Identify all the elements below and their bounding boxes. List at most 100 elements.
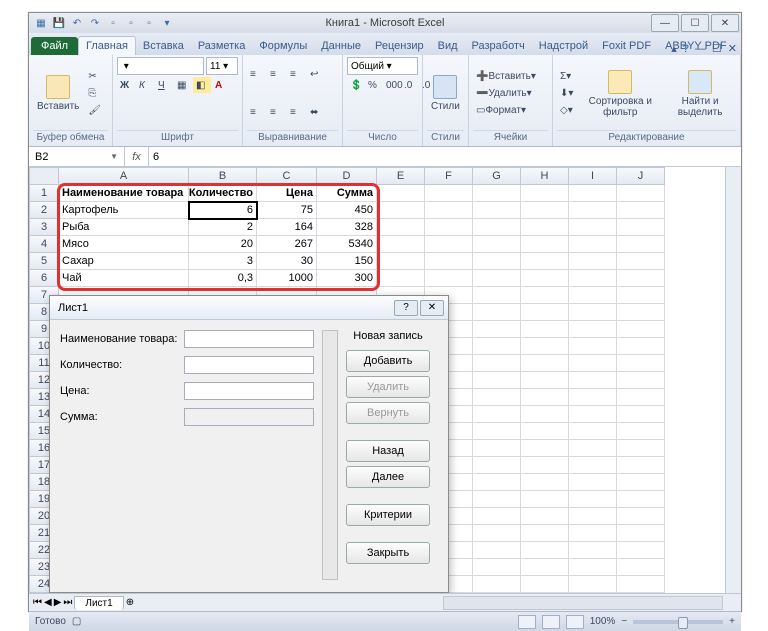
cell-I11[interactable] [569, 355, 617, 372]
cell-G18[interactable] [473, 474, 521, 491]
cell-I14[interactable] [569, 406, 617, 423]
macro-record-icon[interactable]: ▢ [72, 616, 81, 627]
currency-icon[interactable]: 💲 [347, 77, 365, 93]
name-box[interactable]: B2 ▼ [29, 147, 125, 166]
underline-button[interactable]: Ч [155, 77, 173, 93]
cell-A2[interactable]: Картофель [59, 202, 189, 219]
cell-G8[interactable] [473, 304, 521, 321]
view-normal-icon[interactable] [518, 615, 536, 629]
cell-F1[interactable] [425, 185, 473, 202]
cell-H13[interactable] [521, 389, 569, 406]
cell-E6[interactable] [377, 270, 425, 287]
font-name-combo[interactable]: ▾ [117, 57, 204, 75]
form-close-button[interactable]: Закрыть [346, 542, 430, 564]
cell-A1[interactable]: Наименование товара [59, 185, 189, 202]
fill-icon[interactable]: ⬇▾ [557, 86, 576, 102]
cell-H3[interactable] [521, 219, 569, 236]
cell-H24[interactable] [521, 576, 569, 593]
cell-J20[interactable] [617, 508, 665, 525]
format-painter-icon[interactable]: 🖌 [85, 103, 104, 119]
cell-D1[interactable]: Сумма [317, 185, 377, 202]
minimize-button[interactable]: — [651, 14, 679, 32]
cell-J12[interactable] [617, 372, 665, 389]
cell-F5[interactable] [425, 253, 473, 270]
sheet-nav-last-icon[interactable]: ⏭ [63, 597, 72, 608]
cell-F6[interactable] [425, 270, 473, 287]
inc-decimal-icon[interactable]: .0 [401, 77, 419, 93]
cell-G1[interactable] [473, 185, 521, 202]
cell-G4[interactable] [473, 236, 521, 253]
cell-B5[interactable]: 3 [189, 253, 257, 270]
cell-A6[interactable]: Чай [59, 270, 189, 287]
cell-F2[interactable] [425, 202, 473, 219]
cell-G7[interactable] [473, 287, 521, 304]
cell-G2[interactable] [473, 202, 521, 219]
cell-J19[interactable] [617, 491, 665, 508]
cell-D6[interactable]: 300 [317, 270, 377, 287]
cell-G23[interactable] [473, 559, 521, 576]
cell-E1[interactable] [377, 185, 425, 202]
cell-H21[interactable] [521, 525, 569, 542]
font-color-button[interactable]: А [212, 77, 230, 93]
cell-J7[interactable] [617, 287, 665, 304]
redo-icon[interactable]: ↷ [87, 15, 103, 31]
sheet-nav-prev-icon[interactable]: ◀ [44, 597, 52, 608]
cell-E4[interactable] [377, 236, 425, 253]
cell-H15[interactable] [521, 423, 569, 440]
cell-J16[interactable] [617, 440, 665, 457]
horizontal-scrollbar[interactable] [443, 596, 723, 610]
cell-C5[interactable]: 30 [257, 253, 317, 270]
ribbon-minimize-icon[interactable]: ▴ [671, 42, 677, 55]
autosum-icon[interactable]: Σ▾ [557, 69, 576, 85]
cell-H11[interactable] [521, 355, 569, 372]
row-header-2[interactable]: 2 [29, 202, 59, 219]
col-header-A[interactable]: A [59, 167, 189, 185]
tab-review[interactable]: Рецензир [368, 37, 431, 55]
cell-H4[interactable] [521, 236, 569, 253]
cell-J23[interactable] [617, 559, 665, 576]
cell-E3[interactable] [377, 219, 425, 236]
qat-btn[interactable]: ▫ [141, 15, 157, 31]
tab-file[interactable]: Файл [31, 37, 78, 55]
cell-H16[interactable] [521, 440, 569, 457]
cell-I5[interactable] [569, 253, 617, 270]
cell-I1[interactable] [569, 185, 617, 202]
format-cells-button[interactable]: ▭ Формат▾ [473, 103, 548, 119]
col-header-B[interactable]: B [189, 167, 257, 185]
cell-D5[interactable]: 150 [317, 253, 377, 270]
align-mid-icon[interactable]: ≡ [267, 67, 285, 83]
row-header-4[interactable]: 4 [29, 236, 59, 253]
cell-B4[interactable]: 20 [189, 236, 257, 253]
row-header-3[interactable]: 3 [29, 219, 59, 236]
col-header-G[interactable]: G [473, 167, 521, 185]
comma-icon[interactable]: 000 [383, 77, 401, 93]
tab-layout[interactable]: Разметка [191, 37, 253, 55]
cell-J3[interactable] [617, 219, 665, 236]
doc-min-icon[interactable]: — [695, 43, 706, 55]
cell-D3[interactable]: 328 [317, 219, 377, 236]
cell-G19[interactable] [473, 491, 521, 508]
cell-J24[interactable] [617, 576, 665, 593]
tab-home[interactable]: Главная [78, 36, 136, 55]
cell-A3[interactable]: Рыба [59, 219, 189, 236]
tab-view[interactable]: Вид [431, 37, 465, 55]
cell-H2[interactable] [521, 202, 569, 219]
cell-F4[interactable] [425, 236, 473, 253]
cell-I6[interactable] [569, 270, 617, 287]
cell-G12[interactable] [473, 372, 521, 389]
cell-G24[interactable] [473, 576, 521, 593]
cell-G20[interactable] [473, 508, 521, 525]
cell-B6[interactable]: 0,3 [189, 270, 257, 287]
undo-icon[interactable]: ↶ [69, 15, 85, 31]
align-bot-icon[interactable]: ≡ [287, 67, 305, 83]
vertical-scrollbar[interactable] [725, 167, 741, 593]
cell-G13[interactable] [473, 389, 521, 406]
namebox-dropdown-icon[interactable]: ▼ [110, 152, 118, 161]
cell-J11[interactable] [617, 355, 665, 372]
cell-H12[interactable] [521, 372, 569, 389]
wrap-text-icon[interactable]: ↩ [307, 67, 325, 83]
cell-C1[interactable]: Цена [257, 185, 317, 202]
cell-I12[interactable] [569, 372, 617, 389]
col-header-I[interactable]: I [569, 167, 617, 185]
col-header-D[interactable]: D [317, 167, 377, 185]
